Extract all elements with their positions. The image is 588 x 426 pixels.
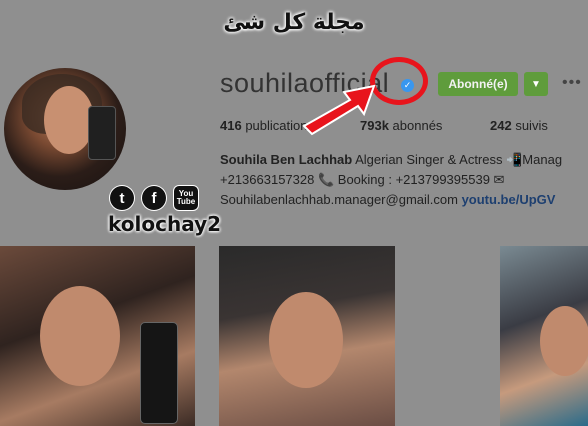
bio-name: Souhila Ben Lachhab bbox=[220, 152, 353, 167]
following-count: 242 bbox=[490, 118, 512, 133]
mail-icon: ✉ bbox=[493, 172, 505, 187]
suggestions-dropdown-button[interactable]: ▼ bbox=[524, 72, 548, 96]
followers-label: abonnés bbox=[392, 118, 443, 133]
posts-count: 416 bbox=[220, 118, 242, 133]
bio-line-3: Souhilabenlachhab.manager@gmail.com yout… bbox=[220, 190, 562, 210]
caret-down-icon: ▼ bbox=[531, 78, 541, 90]
phone-manager-icon: 📲 bbox=[506, 152, 523, 167]
watermark-title: مجلة كل شئ bbox=[223, 10, 365, 35]
following-label: suivis bbox=[515, 118, 548, 133]
youtube-icon-bottom: Tube bbox=[176, 197, 196, 206]
facebook-icon: f bbox=[142, 186, 166, 210]
bio-email: Souhilabenlachhab.manager@gmail.com bbox=[220, 192, 462, 207]
youtube-icon: You Tube bbox=[174, 186, 198, 210]
follow-button[interactable]: Abonné(e) bbox=[438, 72, 518, 96]
bio-description: Algerian Singer & Actress bbox=[352, 152, 507, 167]
following-stat[interactable]: 242 suivis bbox=[490, 118, 548, 133]
overlay-handle: kolochay2 bbox=[108, 212, 222, 236]
bio-line-2: +213663157328 📞 Booking : +213799395539 … bbox=[220, 170, 562, 190]
profile-avatar[interactable] bbox=[4, 68, 126, 190]
post-thumbnail[interactable] bbox=[0, 246, 195, 426]
social-icons: t f You Tube bbox=[110, 186, 198, 210]
more-options-icon[interactable]: ••• bbox=[562, 74, 582, 92]
red-arrow-annotation bbox=[302, 84, 376, 136]
profile-bio: Souhila Ben Lachhab Algerian Singer & Ac… bbox=[220, 150, 562, 210]
bio-booking: Booking : +213799395539 bbox=[334, 172, 494, 187]
avatar-face bbox=[44, 86, 94, 154]
post-phone bbox=[140, 322, 178, 424]
twitter-icon: t bbox=[110, 186, 134, 210]
post-thumbnail[interactable] bbox=[219, 246, 395, 426]
bio-phone: +213663157328 bbox=[220, 172, 318, 187]
post-thumbnail[interactable] bbox=[500, 246, 588, 426]
post-face bbox=[40, 286, 120, 386]
avatar-phone bbox=[88, 106, 116, 160]
bio-line-1: Souhila Ben Lachhab Algerian Singer & Ac… bbox=[220, 150, 562, 170]
phone-icon: 📞 bbox=[317, 172, 335, 187]
post-face bbox=[540, 306, 588, 376]
bio-line1-tail: Manag bbox=[522, 152, 563, 167]
post-face bbox=[269, 292, 343, 388]
bio-link[interactable]: youtu.be/UpGV bbox=[462, 192, 556, 207]
